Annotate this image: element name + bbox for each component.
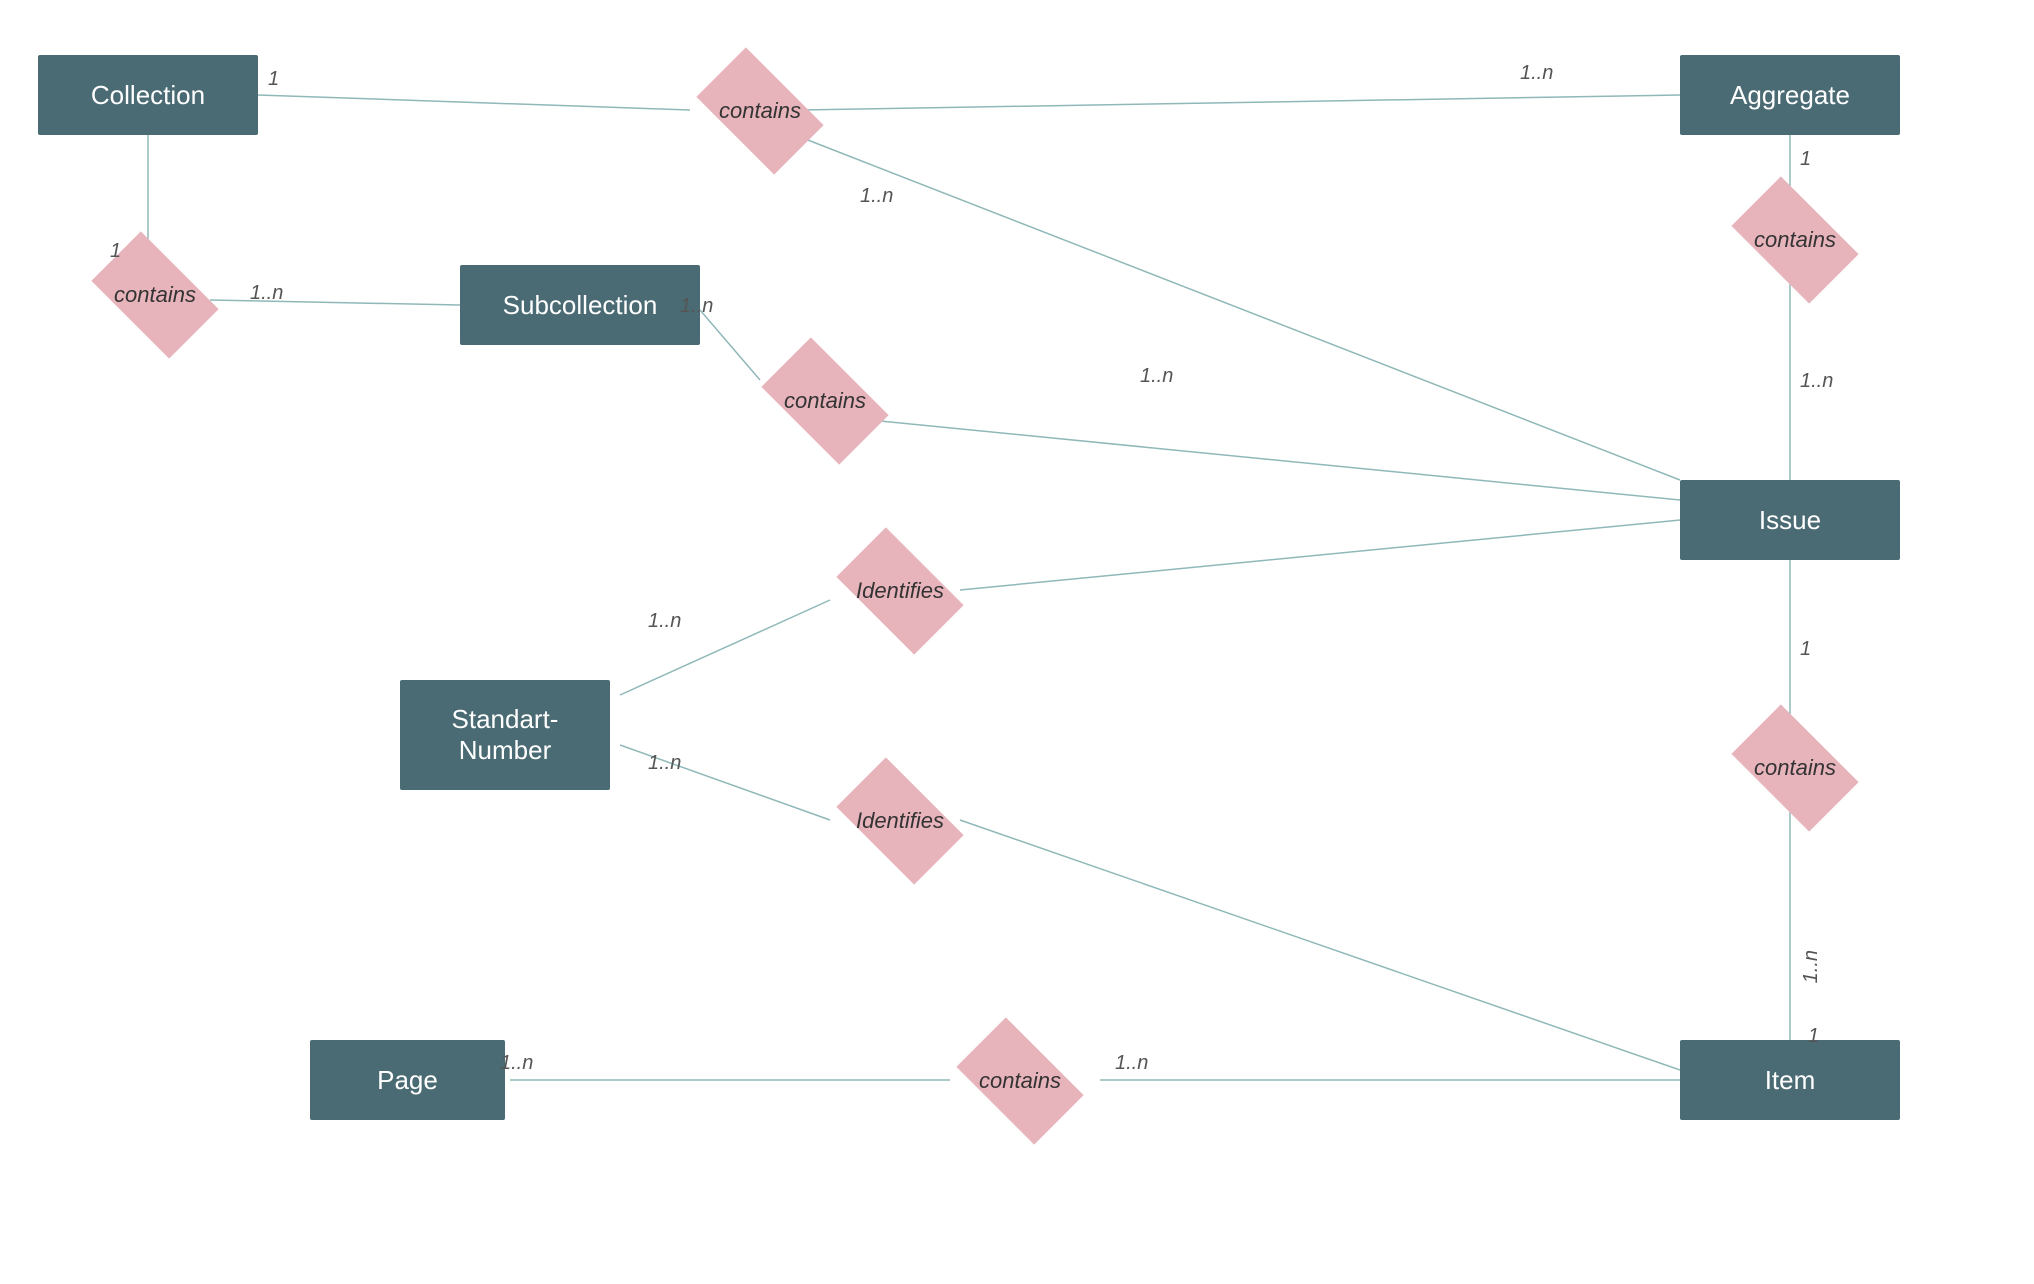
card-issue-contains5: 1 xyxy=(1800,638,1811,661)
card-standart-identifies2: 1..n xyxy=(648,752,681,775)
card-item-top: 1 xyxy=(1808,1025,1819,1048)
card-contains3-issue: 1..n xyxy=(1140,365,1173,388)
diagram-container: Collection Aggregate Subcollection Issue… xyxy=(0,0,2034,1284)
diamond-contains4: contains xyxy=(1715,207,1875,272)
entity-item: Item xyxy=(1680,1040,1900,1120)
card-contains5-item: 1..n xyxy=(1800,950,1823,983)
entity-aggregate: Aggregate xyxy=(1680,55,1900,135)
card-contains6-item: 1..n xyxy=(1115,1052,1148,1075)
diamond-contains6: contains xyxy=(940,1048,1100,1113)
diamond-identifies2: Identifies xyxy=(820,788,980,853)
entity-standart-number: Standart-Number xyxy=(400,680,610,790)
diamond-identifies1: Identifies xyxy=(820,558,980,623)
diamond-contains2: contains xyxy=(75,262,235,327)
card-standart-identifies1: 1..n xyxy=(648,610,681,633)
entity-issue: Issue xyxy=(1680,480,1900,560)
diamond-contains3: contains xyxy=(745,368,905,433)
card-collection-contains1: 1 xyxy=(268,68,279,91)
card-collection-contains2: 1 xyxy=(110,240,121,263)
card-page-contains6: 1..n xyxy=(500,1052,533,1075)
card-contains2-subcollection: 1..n xyxy=(250,282,283,305)
entity-collection: Collection xyxy=(38,55,258,135)
diamond-contains1: contains xyxy=(680,78,840,143)
entity-subcollection: Subcollection xyxy=(460,265,700,345)
diamond-contains5: contains xyxy=(1715,735,1875,800)
entity-page: Page xyxy=(310,1040,505,1120)
card-contains4-issue: 1..n xyxy=(1800,370,1833,393)
card-subcollection-contains3: 1..n xyxy=(680,295,713,318)
card-contains1-diagonal: 1..n xyxy=(860,185,893,208)
card-aggregate-contains4: 1 xyxy=(1800,148,1811,171)
card-contains1-aggregate: 1..n xyxy=(1520,62,1553,85)
